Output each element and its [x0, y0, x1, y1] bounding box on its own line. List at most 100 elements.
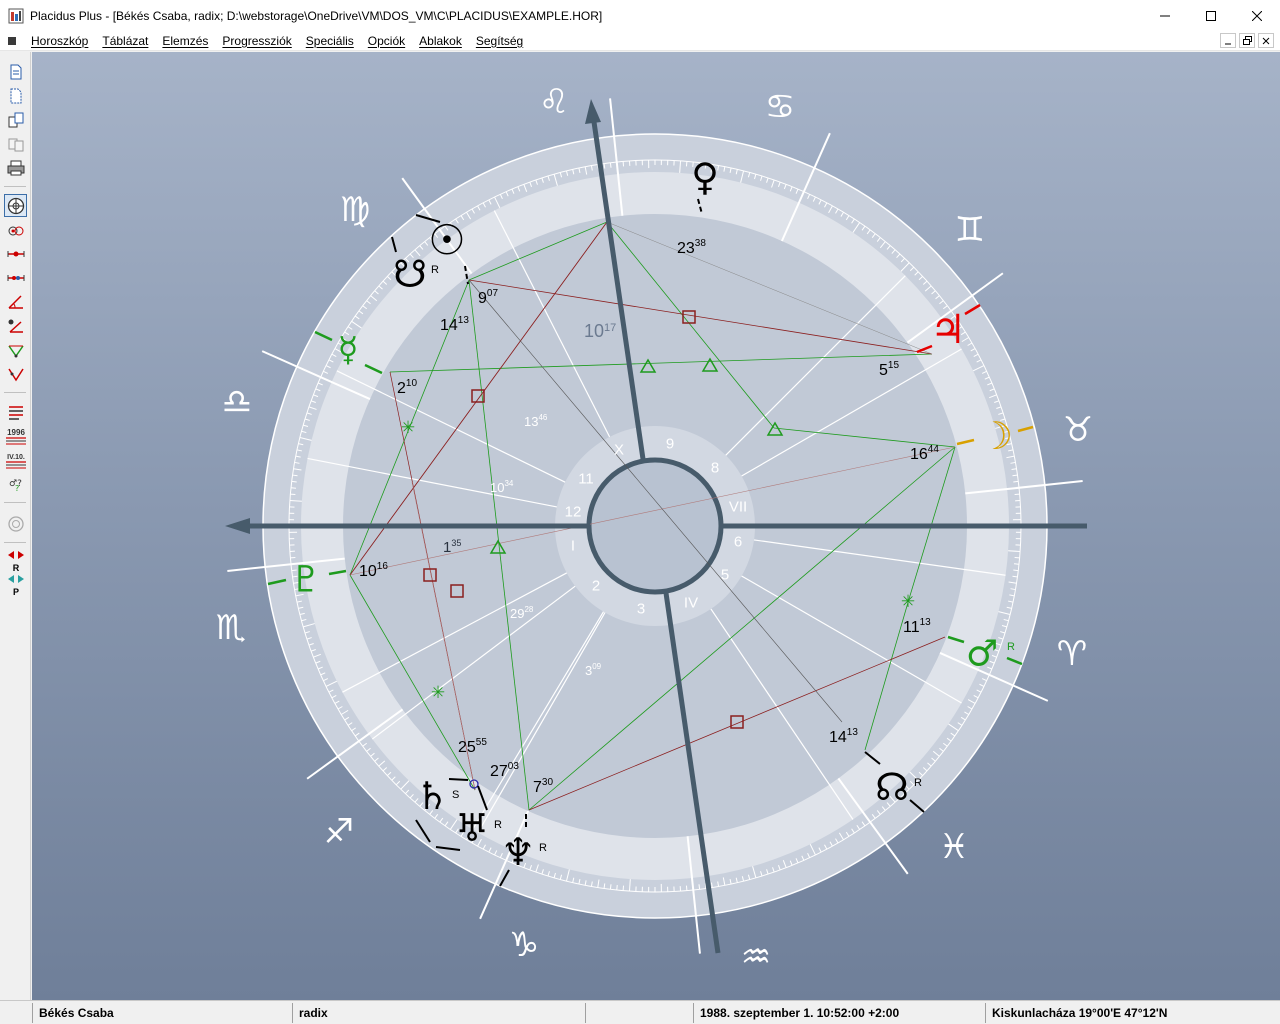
mdi-close-button[interactable] [1258, 33, 1274, 48]
menu-opciok[interactable]: Opciók [361, 31, 412, 51]
menu-bar: Horoszkóp Táblázat Elemzés Progressziók … [0, 31, 1280, 51]
minimize-button[interactable] [1142, 0, 1188, 31]
status-name: Békés Csaba [32, 1002, 292, 1023]
mdi-controls [1220, 33, 1274, 48]
menu-tablazat[interactable]: Táblázat [95, 31, 155, 51]
planet-south_node-glyph: ☋ [393, 252, 427, 296]
progression-toggle-button[interactable]: P [4, 574, 27, 598]
maximize-button[interactable] [1188, 0, 1234, 31]
retrograde-toggle-button[interactable]: R [4, 550, 27, 574]
transit-angle-icon [8, 319, 23, 333]
radix-wheel-button[interactable] [4, 194, 27, 217]
document-icon [10, 64, 21, 79]
sign-aries-glyph: ♈ [1057, 634, 1087, 674]
house-number-n2: 2 [592, 578, 600, 595]
help-query-button[interactable]: ♂?? [4, 472, 27, 495]
open-chart-button[interactable] [4, 84, 27, 107]
chart-wheel-icon [7, 197, 24, 214]
question-icon: ♂?? [9, 479, 22, 492]
sign-pisces-glyph: ♓ [939, 827, 969, 867]
menu-segitseg[interactable]: Segítség [469, 31, 530, 51]
menu-specialis[interactable]: Speciális [299, 31, 361, 51]
sign-virgo-glyph: ♍ [340, 190, 370, 230]
house-cusp-h12-minutes: 34 [504, 479, 513, 488]
planet-moon-glyph: ☽ [979, 414, 1013, 458]
planet-saturn-minutes: 55 [476, 737, 488, 748]
retrograde-icon: R [7, 551, 24, 573]
planet-pluto-glyph: ♇ [290, 560, 322, 601]
sign-sagittarius-glyph: ♐ [324, 812, 354, 852]
degree-tick [616, 884, 618, 891]
transit-angle-button[interactable] [4, 314, 27, 337]
list-icon [8, 405, 23, 420]
degree-tick [291, 480, 297, 483]
mdi-restore-button[interactable] [1239, 33, 1255, 48]
planet-moon-minutes: 44 [928, 444, 940, 455]
planet-mercury-glyph: ☿ [338, 330, 359, 370]
house-number-vii: VII [729, 499, 747, 516]
close-button[interactable] [1234, 0, 1280, 31]
planet-jupiter-minutes: 15 [888, 360, 900, 371]
menu-ablakok[interactable]: Ablakok [412, 31, 469, 51]
paste-chart-button[interactable] [4, 132, 27, 155]
copy-chart-button[interactable] [4, 108, 27, 131]
aspect-line-button[interactable] [4, 242, 27, 265]
sign-scorpio-glyph: ♏ [216, 608, 246, 648]
sign-gemini-glyph: ♊ [955, 210, 985, 250]
house-cusp-h11-minutes: 46 [538, 413, 547, 422]
tool-bar: 1996 IV.10. ♂?? R P [0, 52, 31, 1000]
mdi-minimize-button[interactable] [1220, 33, 1236, 48]
print-button[interactable] [4, 156, 27, 179]
list-view-button[interactable] [4, 400, 27, 423]
year-table-icon: 1996 [5, 428, 26, 444]
synastry-button[interactable] [4, 219, 27, 242]
date-label: IV.10. [7, 454, 25, 461]
menu-progressziok[interactable]: Progressziók [215, 31, 298, 51]
planet-neptune-status-mark: R [539, 842, 547, 854]
planet-uranus-minutes: 03 [508, 761, 520, 772]
house-number-n9: 9 [666, 436, 674, 453]
status-cell-empty [0, 1003, 32, 1023]
degree-tick [603, 883, 606, 889]
planet-pluto-minutes: 16 [377, 561, 389, 572]
close-icon [1252, 10, 1262, 21]
center-circle [586, 457, 724, 595]
ascendant-arrow [225, 518, 250, 534]
menu-elemzes[interactable]: Elemzés [155, 31, 215, 51]
child-system-menu-button[interactable] [0, 31, 24, 51]
app-icon[interactable] [8, 8, 24, 24]
printer-icon [7, 160, 24, 175]
year-table-button[interactable]: 1996 [4, 424, 27, 447]
aspect-midpoint-button[interactable] [4, 266, 27, 289]
app-window: Placidus Plus - [Békés Csaba, radix; D:\… [0, 0, 1280, 1024]
sign-leo-glyph: ♌ [539, 82, 569, 122]
planet-neptune-minutes: 30 [542, 777, 554, 788]
chart-canvas[interactable]: ✳ ✳ ✳ ♌ ♋ ♊ ♉ ♈ ♓ ♒ ♑ ♐ ♏ ♎ ♍ ♀ ☉ ☋ ☿ ♃ … [32, 52, 1280, 1000]
planet-mercury-minutes: 10 [406, 378, 418, 389]
planet-mars-glyph: ♂ [966, 634, 998, 675]
status-location: Kiskunlacháza 19°00'E 47°12'N [985, 1002, 1280, 1023]
progression-angle-icon [7, 345, 24, 357]
dotted-document-icon [10, 88, 21, 103]
date-table-button[interactable]: IV.10. [4, 448, 27, 471]
paste-documents-icon [8, 138, 23, 151]
new-chart-button[interactable] [4, 60, 27, 83]
sign-libra-glyph: ♎ [222, 382, 252, 422]
planet-mars-minutes: 13 [920, 617, 932, 628]
toolbar-separator [4, 542, 26, 543]
angle-button[interactable] [4, 290, 27, 313]
horoscope-wheel[interactable]: ✳ ✳ ✳ ♌ ♋♊♉♈♓♒♑♐♏♎♍ ♀☉☋☿ ♃☽♇♂☊♄♅♆RRRRRS … [32, 52, 1280, 1000]
menu-horoszkop[interactable]: Horoszkóp [24, 31, 95, 51]
midheaven-arrow [585, 99, 601, 124]
planet-saturn-glyph: ♄ [415, 774, 449, 818]
toolbar-separator [4, 392, 26, 393]
title-bar[interactable]: Placidus Plus - [Békés Csaba, radix; D:\… [0, 0, 1280, 31]
sign-cancer-glyph: ♋ [765, 87, 795, 127]
wheel-disabled-button[interactable] [4, 512, 27, 535]
direction-angle-button[interactable] [4, 362, 27, 385]
degree-tick [609, 884, 612, 890]
planet-north_node-status-mark: R [914, 777, 922, 789]
progression-angle-button[interactable] [4, 338, 27, 361]
angle-icon [7, 294, 23, 309]
house-cusp-h3-minutes: 09 [592, 662, 601, 671]
